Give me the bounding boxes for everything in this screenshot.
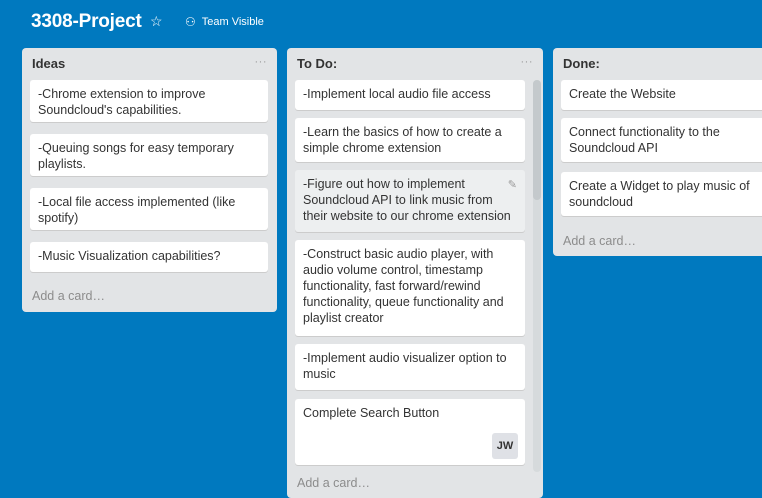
scrollbar-thumb[interactable]: [533, 80, 541, 200]
card-text: -Implement local audio file access: [303, 87, 491, 101]
card-text: -Chrome extension to improve Soundcloud'…: [38, 87, 206, 117]
card-text: -Figure out how to implement Soundcloud …: [303, 177, 511, 223]
team-icon: ⚇: [185, 15, 196, 29]
list-card[interactable]: -Music Visualization capabilities?: [30, 242, 268, 272]
list-card[interactable]: -Queuing songs for easy temporary playli…: [30, 134, 268, 176]
list-done: Done: Create the Website Connect functio…: [553, 48, 762, 256]
list-card[interactable]: -Local file access implemented (like spo…: [30, 188, 268, 230]
list-title[interactable]: To Do:: [297, 56, 337, 71]
board-header: 3308-Project ☆ ⚇ Team Visible: [0, 0, 762, 46]
card-text: -Local file access implemented (like spo…: [38, 195, 236, 225]
list-card[interactable]: Connect functionality to the Soundcloud …: [561, 118, 762, 162]
star-icon[interactable]: ☆: [150, 13, 163, 30]
list-card[interactable]: -Chrome extension to improve Soundcloud'…: [30, 80, 268, 122]
card-text: Complete Search Button: [303, 406, 440, 420]
list-title[interactable]: Ideas: [32, 56, 65, 71]
list-menu-icon[interactable]: ···: [255, 56, 268, 68]
list-card[interactable]: -Learn the basics of how to create a sim…: [295, 118, 525, 162]
team-visibility-label: Team Visible: [201, 16, 264, 28]
list-card[interactable]: -Figure out how to implement Soundcloud …: [295, 170, 525, 232]
list-todo: To Do: ··· -Implement local audio file a…: [287, 48, 543, 498]
list-ideas: Ideas ··· -Chrome extension to improve S…: [22, 48, 277, 312]
avatar[interactable]: JW: [492, 433, 518, 459]
card-text: -Construct basic audio player, with audi…: [303, 247, 504, 325]
card-text: Create a Widget to play music of soundcl…: [569, 179, 750, 209]
list-card[interactable]: -Implement local audio file access: [295, 80, 525, 110]
board-title[interactable]: 3308-Project: [31, 11, 142, 33]
card-text: Connect functionality to the Soundcloud …: [569, 125, 720, 155]
list-title[interactable]: Done:: [563, 56, 600, 71]
list-card[interactable]: Complete Search Button JW: [295, 399, 525, 465]
pencil-icon[interactable]: ✎: [508, 177, 517, 193]
card-text: -Learn the basics of how to create a sim…: [303, 125, 502, 155]
add-card-button[interactable]: Add a card…: [563, 234, 636, 248]
card-text: -Queuing songs for easy temporary playli…: [38, 141, 234, 171]
list-card[interactable]: -Construct basic audio player, with audi…: [295, 240, 525, 336]
card-text: -Implement audio visualizer option to mu…: [303, 351, 507, 381]
list-card[interactable]: Create a Widget to play music of soundcl…: [561, 172, 762, 216]
list-card[interactable]: Create the Website: [561, 80, 762, 110]
card-text: Create the Website: [569, 87, 676, 101]
add-card-button[interactable]: Add a card…: [32, 289, 105, 303]
add-card-button[interactable]: Add a card…: [297, 476, 370, 490]
list-menu-icon[interactable]: ···: [521, 56, 534, 68]
team-visibility-button[interactable]: ⚇ Team Visible: [185, 15, 264, 29]
card-text: -Music Visualization capabilities?: [38, 249, 221, 263]
list-card[interactable]: -Implement audio visualizer option to mu…: [295, 344, 525, 390]
